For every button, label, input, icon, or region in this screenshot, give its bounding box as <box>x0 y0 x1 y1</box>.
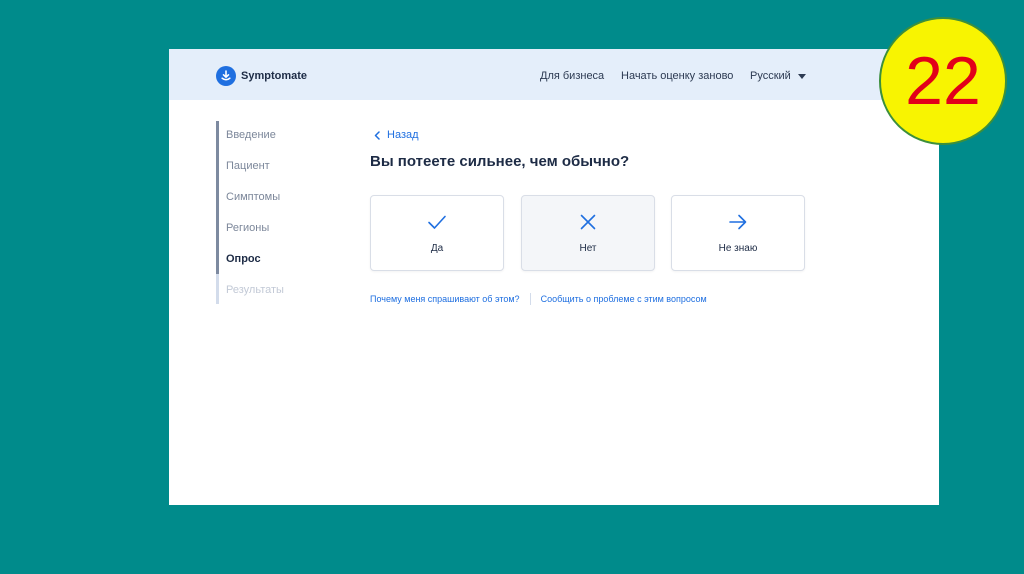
nav-restart-assessment[interactable]: Начать оценку заново <box>621 70 733 82</box>
check-icon <box>428 215 446 229</box>
question-title: Вы потеете сильнее, чем обычно? <box>370 153 630 170</box>
progress-fill <box>216 121 219 274</box>
app-window: Symptomate Для бизнеса Начать оценку зан… <box>169 49 939 505</box>
progress-sidebar: Введение Пациент Симптомы Регионы Опрос … <box>216 121 336 304</box>
chevron-left-icon <box>374 130 380 140</box>
header-bar: Symptomate Для бизнеса Начать оценку зан… <box>169 49 939 100</box>
slide-number-badge: 22 <box>879 17 1007 145</box>
sidebar-item-interview[interactable]: Опрос <box>226 253 261 265</box>
answer-no-label: Нет <box>579 243 597 254</box>
question-help-links: Почему меня спрашивают об этом? Сообщить… <box>370 293 707 305</box>
caret-down-icon <box>797 73 806 79</box>
answer-dont-know-button[interactable]: Не знаю <box>671 195 805 271</box>
sidebar-item-patient[interactable]: Пациент <box>226 160 270 172</box>
report-problem-link[interactable]: Сообщить о проблеме с этим вопросом <box>541 294 707 304</box>
x-icon <box>580 214 596 230</box>
sidebar-item-regions[interactable]: Регионы <box>226 222 269 234</box>
back-label: Назад <box>387 129 419 141</box>
answer-dont-know-label: Не знаю <box>718 243 758 254</box>
logo-text: Symptomate <box>241 70 308 82</box>
answer-yes-label: Да <box>430 243 444 254</box>
sidebar-item-results: Результаты <box>226 284 284 296</box>
slide-number: 22 <box>905 43 981 119</box>
why-asked-link[interactable]: Почему меня спрашивают об этом? <box>370 294 520 304</box>
arrow-right-icon <box>729 214 747 230</box>
back-link[interactable]: Назад <box>374 129 419 141</box>
language-label: Русский <box>750 70 791 82</box>
language-selector[interactable]: Русский <box>750 70 806 82</box>
answer-yes-button[interactable]: Да <box>370 195 504 271</box>
link-separator <box>529 293 531 305</box>
answer-no-button[interactable]: Нет <box>521 195 655 271</box>
logo[interactable]: Symptomate <box>216 66 307 86</box>
sidebar-item-intro[interactable]: Введение <box>226 129 276 141</box>
sidebar-item-symptoms[interactable]: Симптомы <box>226 191 280 203</box>
nav-for-business[interactable]: Для бизнеса <box>540 70 604 82</box>
symptomate-logo-icon <box>216 66 236 86</box>
